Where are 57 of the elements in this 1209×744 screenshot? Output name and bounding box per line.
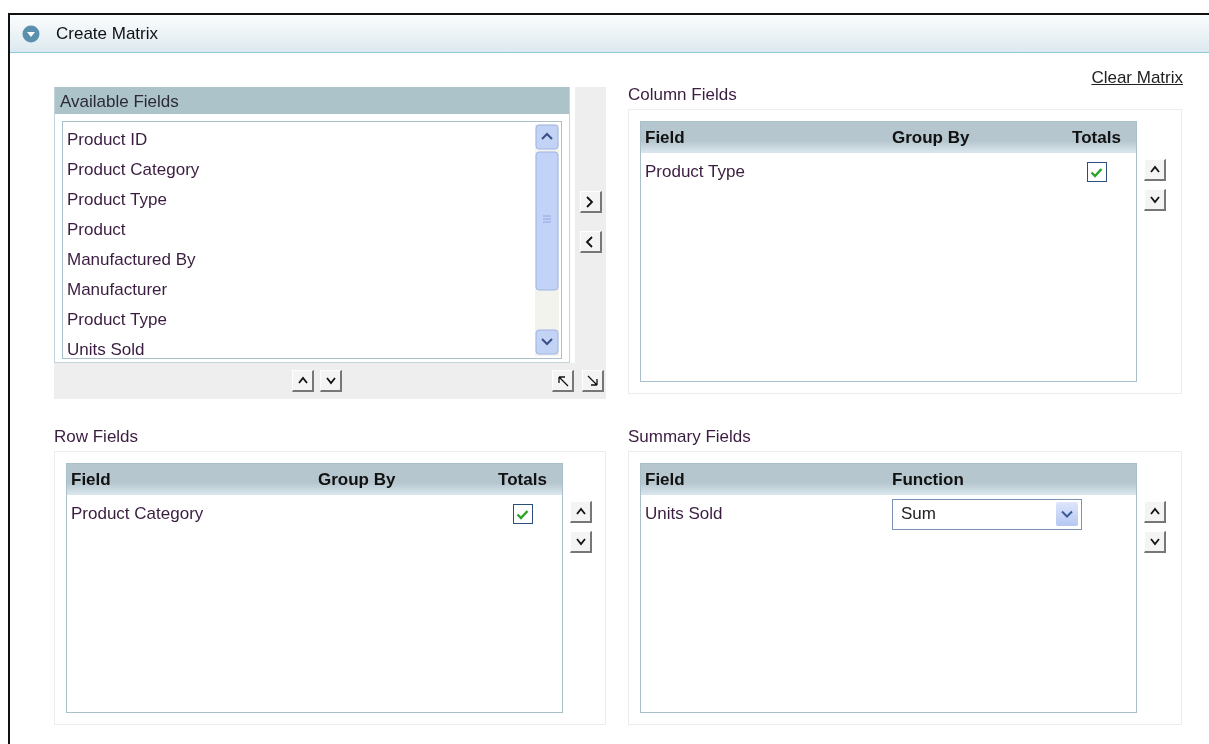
panel-title: Create Matrix bbox=[56, 22, 159, 45]
list-item[interactable]: Manufactured By bbox=[67, 245, 533, 275]
dropdown-chevron-icon bbox=[1061, 510, 1073, 518]
diagonal-arrow-icon bbox=[556, 374, 569, 387]
panel-header: Available Fields bbox=[55, 87, 569, 114]
left-chevron-icon bbox=[584, 235, 596, 248]
down-chevron-icon bbox=[574, 536, 587, 547]
column-header: Group By bbox=[318, 468, 397, 491]
move-to-top-button[interactable] bbox=[552, 370, 574, 392]
move-up-button[interactable] bbox=[570, 501, 592, 523]
list-item[interactable]: Product ID bbox=[67, 125, 533, 155]
column-header: Field bbox=[70, 468, 112, 491]
move-up-button[interactable] bbox=[1144, 501, 1166, 523]
add-field-button[interactable] bbox=[579, 191, 602, 213]
up-chevron-icon bbox=[296, 375, 309, 386]
list-item[interactable]: Manufacturer bbox=[67, 275, 533, 305]
collapse-toggle-icon[interactable] bbox=[22, 24, 40, 43]
right-chevron-icon bbox=[584, 195, 596, 208]
section-label: Column Fields bbox=[628, 85, 738, 105]
move-down-button[interactable] bbox=[570, 531, 592, 553]
column-header: Function bbox=[892, 468, 965, 491]
list-item[interactable]: Units Sold bbox=[67, 335, 533, 358]
section-label: Row Fields bbox=[54, 427, 140, 447]
check-icon bbox=[1090, 166, 1103, 178]
move-to-bottom-button[interactable] bbox=[582, 370, 604, 392]
diagonal-arrow-icon bbox=[586, 374, 599, 387]
column-header: Field bbox=[644, 126, 686, 149]
list-item[interactable]: Product Category bbox=[67, 155, 533, 185]
move-up-button[interactable] bbox=[292, 370, 314, 392]
up-chevron-icon bbox=[574, 506, 587, 517]
column-header: Totals bbox=[497, 468, 548, 491]
move-down-button[interactable] bbox=[320, 370, 342, 392]
column-header: Field bbox=[644, 468, 686, 491]
available-fields-list[interactable]: Product ID Product Category Product Type Product Manufactured By Manufacturer Product Type Units Sold bbox=[62, 121, 562, 359]
table-cell-text: Units Sold bbox=[644, 503, 724, 526]
down-chevron-icon bbox=[1148, 536, 1161, 547]
down-chevron-icon bbox=[1148, 194, 1161, 205]
totals-checkbox[interactable] bbox=[512, 504, 533, 524]
check-icon bbox=[516, 508, 529, 520]
section-label: Summary Fields bbox=[628, 427, 752, 447]
move-down-button[interactable] bbox=[1144, 531, 1166, 553]
list-item[interactable]: Product Type bbox=[67, 305, 533, 335]
totals-checkbox[interactable] bbox=[1086, 162, 1107, 182]
function-select[interactable]: Sum bbox=[892, 498, 1082, 530]
move-up-button[interactable] bbox=[1144, 159, 1166, 181]
down-chevron-icon bbox=[324, 375, 337, 386]
up-chevron-icon bbox=[1148, 506, 1161, 517]
list-item[interactable]: Product bbox=[67, 215, 533, 245]
column-header: Totals bbox=[1071, 126, 1122, 149]
clear-matrix-link[interactable]: Clear Matrix bbox=[1091, 65, 1183, 85]
list-item[interactable]: Product Type bbox=[67, 185, 533, 215]
column-header: Group By bbox=[892, 126, 971, 149]
up-chevron-icon bbox=[1148, 164, 1161, 175]
remove-field-button[interactable] bbox=[579, 231, 602, 253]
table-cell-text: Product Category bbox=[70, 503, 205, 526]
table-cell-text: Product Type bbox=[644, 161, 746, 184]
move-down-button[interactable] bbox=[1144, 189, 1166, 211]
